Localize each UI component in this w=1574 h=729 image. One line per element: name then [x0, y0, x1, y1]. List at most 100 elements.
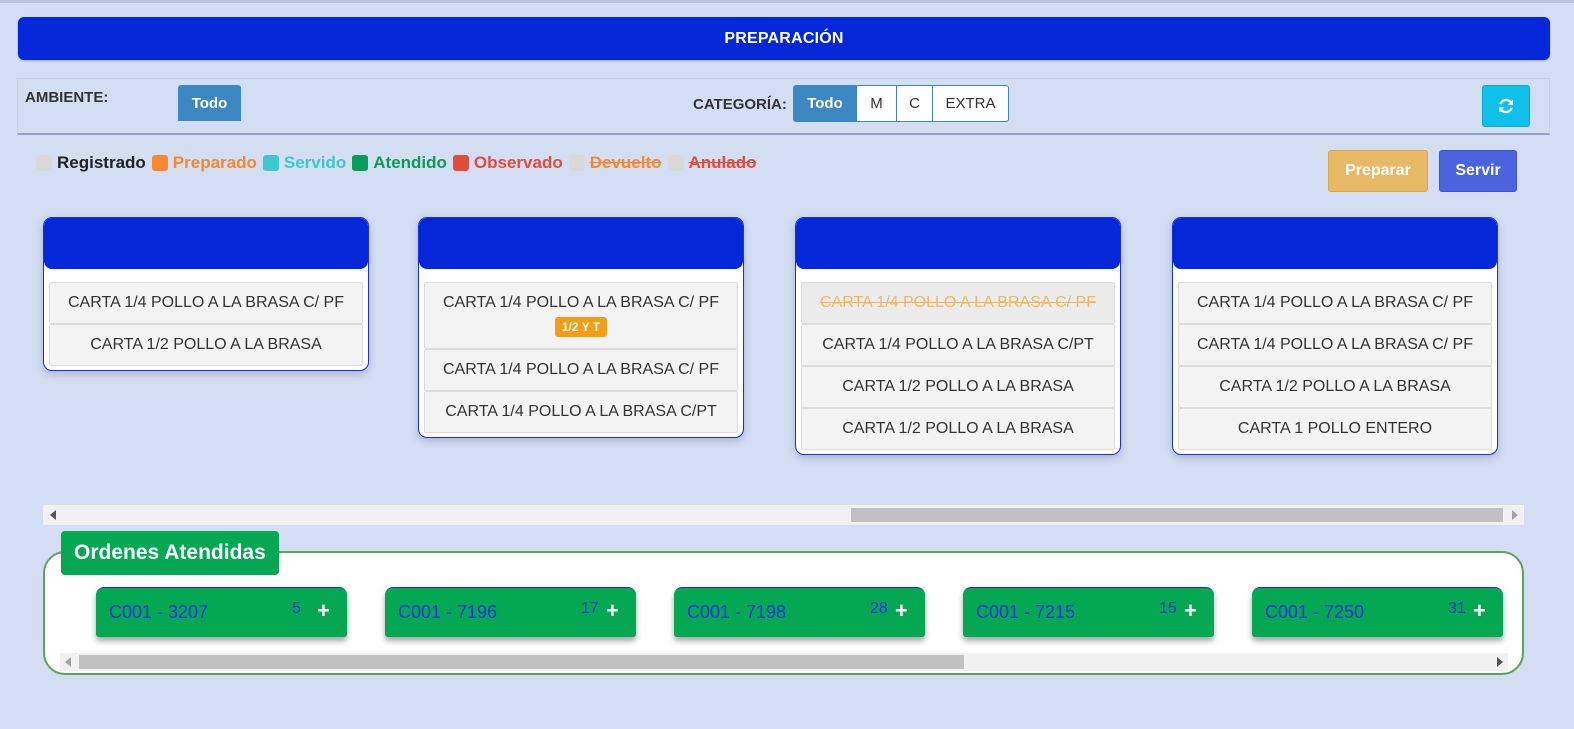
dish-name: CARTA 1/4 POLLO A LA BRASA C/PT — [822, 336, 1094, 353]
legend-swatch — [568, 155, 585, 171]
order-card-header — [1173, 218, 1497, 269]
dish-name: CARTA 1/4 POLLO A LA BRASA C/ PF — [443, 294, 719, 311]
legend-label: Atendido — [373, 153, 447, 172]
plus-icon[interactable]: + — [606, 598, 619, 624]
scroll-right-icon[interactable] — [1497, 657, 1503, 667]
order-card[interactable]: CARTA 1/4 POLLO A LA BRASA C/ PF CARTA 1/… — [795, 217, 1121, 455]
legend-label: Observado — [473, 153, 563, 172]
legend-label: Preparado — [172, 153, 257, 172]
order-code: C001 - 7250 — [1265, 602, 1365, 622]
served-order-card[interactable]: C001 - 3207 5 + — [96, 587, 347, 637]
preparar-button[interactable]: Preparar — [1328, 150, 1428, 192]
dish-item[interactable]: CARTA 1/4 POLLO A LA BRASA C/ PF — [1178, 282, 1492, 324]
order-card[interactable]: CARTA 1/4 POLLO A LA BRASA C/ PF CARTA 1/… — [1172, 217, 1498, 455]
atendidas-scrollbar[interactable] — [60, 653, 1508, 671]
legend-swatch — [36, 155, 52, 171]
plus-icon[interactable]: + — [1184, 598, 1197, 624]
plus-icon[interactable]: + — [317, 598, 330, 624]
refresh-button[interactable] — [1482, 85, 1530, 127]
dish-item[interactable]: CARTA 1/2 POLLO A LA BRASA — [49, 324, 363, 366]
categoria-todo-button[interactable]: Todo — [793, 85, 857, 122]
order-count: 5 — [292, 600, 301, 617]
order-count: 17 — [581, 600, 599, 617]
dish-name: CARTA 1/4 POLLO A LA BRASA C/ PF — [1197, 294, 1473, 311]
servir-button[interactable]: Servir — [1439, 150, 1517, 192]
legend-swatch — [151, 155, 168, 171]
dish-name: CARTA 1/2 POLLO A LA BRASA — [90, 336, 322, 353]
order-items-list: CARTA 1/4 POLLO A LA BRASA C/ PF CARTA 1/… — [796, 269, 1120, 454]
dish-name: CARTA 1 POLLO ENTERO — [1237, 420, 1433, 437]
dish-name: CARTA 1/4 POLLO A LA BRASA C/ PF — [68, 294, 344, 311]
served-order-card[interactable]: C001 - 7198 28 + — [674, 587, 925, 637]
scroll-right-icon[interactable] — [1512, 510, 1518, 520]
legend-label: Devuelto — [589, 153, 662, 172]
legend-item: Observado — [452, 153, 563, 173]
legend-label: Servido — [283, 153, 347, 172]
plus-icon[interactable]: + — [1473, 598, 1486, 624]
dish-item[interactable]: CARTA 1/2 POLLO A LA BRASA — [1178, 366, 1492, 408]
order-code: C001 - 7196 — [398, 602, 498, 622]
legend-item: Registrado — [36, 153, 146, 173]
scroll-left-icon[interactable] — [65, 657, 71, 667]
served-order-card[interactable]: C001 - 7215 15 + — [963, 587, 1214, 637]
ambiente-todo-button[interactable]: Todo — [178, 85, 241, 121]
dish-name: CARTA 1/4 POLLO A LA BRASA C/ PF — [1197, 336, 1473, 353]
legend-item: Devuelto — [568, 153, 662, 173]
order-count: 28 — [870, 600, 888, 617]
order-count: 15 — [1159, 600, 1177, 617]
categoria-extra-button[interactable]: EXTRA — [932, 85, 1009, 122]
legend-label: Anulado — [688, 153, 757, 172]
categoria-label: CATEGORÍA: — [693, 96, 787, 113]
dish-item[interactable]: CARTA 1/4 POLLO A LA BRASA C/ PF — [1178, 324, 1492, 366]
dish-item[interactable]: CARTA 1/4 POLLO A LA BRASA C/ PF — [801, 282, 1115, 324]
legend-item: Servido — [262, 153, 347, 173]
order-card-header — [44, 218, 368, 269]
dish-note-badge: 1/2 Y T — [554, 317, 608, 337]
legend-swatch — [262, 155, 279, 171]
dish-name: CARTA 1/4 POLLO A LA BRASA C/ PF — [443, 361, 719, 378]
order-items-list: CARTA 1/4 POLLO A LA BRASA C/ PF CARTA 1/… — [1173, 269, 1497, 454]
served-order-card[interactable]: C001 - 7196 17 + — [385, 587, 636, 637]
legend-swatch — [667, 155, 684, 171]
order-code: C001 - 3207 — [109, 602, 209, 622]
legend-item: Atendido — [352, 153, 447, 173]
dish-item[interactable]: CARTA 1/2 POLLO A LA BRASA — [801, 408, 1115, 450]
dish-item[interactable]: CARTA 1/4 POLLO A LA BRASA C/PT — [424, 391, 738, 433]
dish-name: CARTA 1/4 POLLO A LA BRASA C/ PF — [820, 294, 1096, 311]
dish-item[interactable]: CARTA 1 POLLO ENTERO — [1178, 408, 1492, 450]
page-title-text: PREPARACIÓN — [724, 29, 844, 47]
dish-item[interactable]: CARTA 1/4 POLLO A LA BRASA C/ PF — [49, 282, 363, 324]
atendidas-title: Ordenes Atendidas — [61, 531, 279, 575]
order-card-header — [419, 218, 743, 269]
dish-item[interactable]: CARTA 1/4 POLLO A LA BRASA C/PT — [801, 324, 1115, 366]
legend-item: Preparado — [151, 153, 257, 173]
served-order-card[interactable]: C001 - 7250 31 + — [1252, 587, 1503, 637]
orders-scrollbar[interactable] — [43, 505, 1524, 525]
scrollbar-thumb[interactable] — [79, 655, 964, 669]
scroll-left-icon[interactable] — [50, 510, 56, 520]
refresh-icon — [1499, 98, 1513, 114]
dish-name: CARTA 1/4 POLLO A LA BRASA C/PT — [445, 403, 717, 420]
categoria-c-button[interactable]: C — [896, 85, 933, 122]
order-code: C001 - 7198 — [687, 602, 787, 622]
order-card[interactable]: CARTA 1/4 POLLO A LA BRASA C/ PF 1/2 Y TC… — [418, 217, 744, 438]
dish-name: CARTA 1/2 POLLO A LA BRASA — [1219, 378, 1451, 395]
dish-item[interactable]: CARTA 1/4 POLLO A LA BRASA C/ PF 1/2 Y T — [424, 282, 738, 349]
status-legend: Registrado Preparado Servido Atendido Observ… — [36, 153, 763, 173]
ambiente-label: AMBIENTE: — [25, 89, 109, 106]
dish-item[interactable]: CARTA 1/2 POLLO A LA BRASA — [801, 366, 1115, 408]
dish-item[interactable]: CARTA 1/4 POLLO A LA BRASA C/ PF — [424, 349, 738, 391]
categoria-m-button[interactable]: M — [856, 85, 897, 122]
order-card[interactable]: CARTA 1/4 POLLO A LA BRASA C/ PF CARTA 1/… — [43, 217, 369, 371]
plus-icon[interactable]: + — [895, 598, 908, 624]
legend-item: Anulado — [667, 153, 757, 173]
dish-name: CARTA 1/2 POLLO A LA BRASA — [842, 378, 1074, 395]
order-code: C001 - 7215 — [976, 602, 1076, 622]
order-items-list: CARTA 1/4 POLLO A LA BRASA C/ PF 1/2 Y TC… — [419, 269, 743, 437]
legend-swatch — [452, 155, 469, 171]
order-count: 31 — [1448, 600, 1466, 617]
categoria-button-group: Todo M C EXTRA — [793, 85, 1009, 122]
scrollbar-thumb[interactable] — [851, 508, 1503, 522]
page-title: PREPARACIÓN — [18, 17, 1550, 60]
filter-bar: AMBIENTE: Todo CATEGORÍA: Todo M C EXTRA — [17, 78, 1550, 135]
